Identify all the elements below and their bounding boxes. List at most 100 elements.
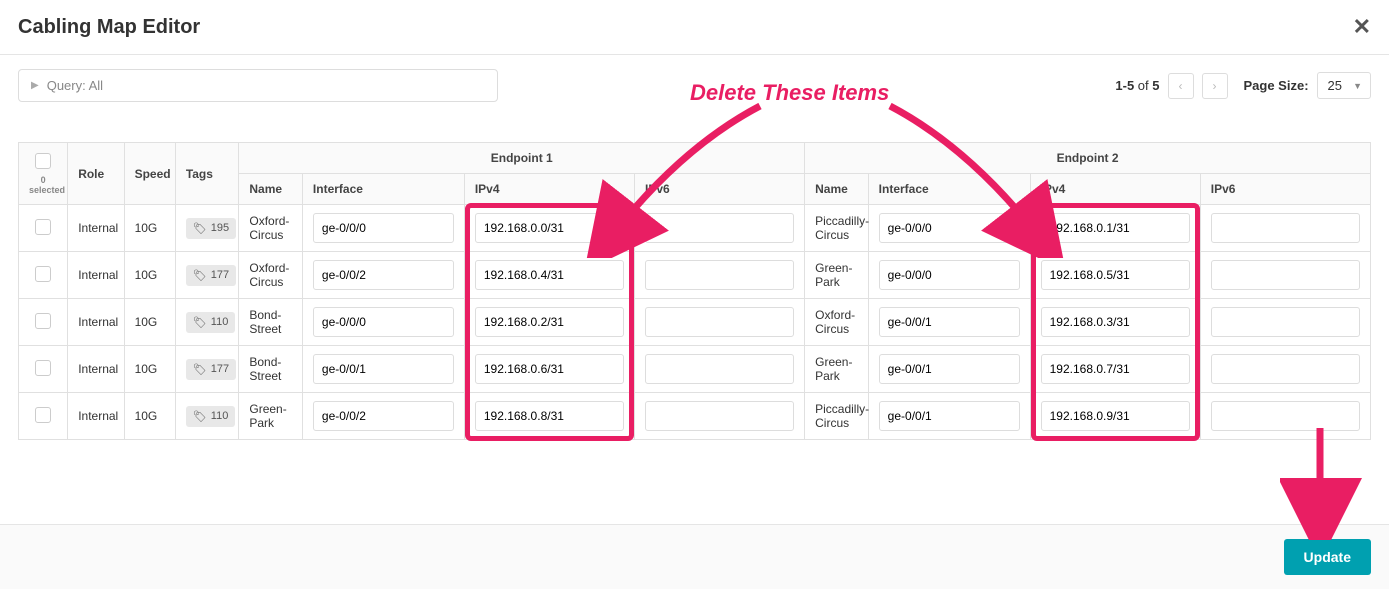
col-ep2-ipv4: IPv4 — [1030, 174, 1200, 205]
tag-badge[interactable]: 🏷110 — [186, 312, 236, 333]
prev-page-button[interactable]: ‹ — [1168, 73, 1194, 99]
table-row: Internal10G 🏷177Bond-Street Green-Park — [19, 346, 1371, 393]
cell-ep1-name: Green-Park — [239, 393, 303, 440]
col-endpoint1: Endpoint 1 — [239, 143, 805, 174]
cell-speed: 10G — [124, 393, 175, 440]
chevron-down-icon: ▼ — [1353, 81, 1362, 91]
cell-ep2-name: Oxford-Circus — [805, 299, 869, 346]
ep2-ipv6-input[interactable] — [1211, 307, 1360, 337]
col-speed: Speed — [124, 143, 175, 205]
cell-tags: 🏷195 — [175, 205, 239, 252]
ep1-ipv4-input[interactable] — [475, 401, 624, 431]
cell-speed: 10G — [124, 205, 175, 252]
cell-ep1-name: Bond-Street — [239, 299, 303, 346]
ep2-interface-input[interactable] — [879, 401, 1020, 431]
cell-role: Internal — [68, 346, 124, 393]
ep1-ipv4-input[interactable] — [475, 307, 624, 337]
ep1-ipv4-input[interactable] — [475, 354, 624, 384]
ep1-ipv6-input[interactable] — [645, 354, 794, 384]
ep2-interface-input[interactable] — [879, 354, 1020, 384]
tag-icon: 🏷 — [193, 410, 207, 423]
pagination: 1-5 of 5 ‹ › Page Size: 25 ▼ — [1115, 72, 1371, 99]
col-ep2-ipv6: IPv6 — [1200, 174, 1370, 205]
tag-icon: 🏷 — [193, 222, 207, 235]
cell-speed: 10G — [124, 299, 175, 346]
row-checkbox[interactable] — [35, 407, 51, 423]
tag-badge[interactable]: 🏷177 — [186, 265, 236, 286]
ep2-interface-input[interactable] — [879, 213, 1020, 243]
modal-header: Cabling Map Editor ✕ — [0, 0, 1389, 55]
row-checkbox[interactable] — [35, 266, 51, 282]
row-checkbox[interactable] — [35, 219, 51, 235]
chevron-right-icon: › — [1213, 79, 1217, 93]
close-icon[interactable]: ✕ — [1353, 14, 1371, 40]
ep2-ipv6-input[interactable] — [1211, 401, 1360, 431]
ep2-ipv4-input[interactable] — [1041, 213, 1190, 243]
ep1-ipv6-input[interactable] — [645, 307, 794, 337]
cell-role: Internal — [68, 205, 124, 252]
row-checkbox[interactable] — [35, 313, 51, 329]
cell-speed: 10G — [124, 346, 175, 393]
col-role: Role — [68, 143, 124, 205]
tag-badge[interactable]: 🏷177 — [186, 359, 236, 380]
tag-icon: 🏷 — [193, 316, 207, 329]
select-all-checkbox[interactable] — [35, 153, 51, 169]
col-tags: Tags — [175, 143, 239, 205]
ep2-interface-input[interactable] — [879, 260, 1020, 290]
page-size-select[interactable]: 25 ▼ — [1317, 72, 1371, 99]
next-page-button[interactable]: › — [1202, 73, 1228, 99]
chevron-right-icon: ▶ — [31, 80, 39, 91]
query-filter[interactable]: ▶ Query: All — [18, 69, 498, 102]
col-ep2-interface: Interface — [868, 174, 1030, 205]
cell-ep1-name: Bond-Street — [239, 346, 303, 393]
ep1-ipv4-input[interactable] — [475, 213, 624, 243]
ep1-interface-input[interactable] — [313, 260, 454, 290]
ep1-interface-input[interactable] — [313, 213, 454, 243]
tag-icon: 🏷 — [193, 363, 207, 376]
ep1-ipv6-input[interactable] — [645, 401, 794, 431]
cell-tags: 🏷110 — [175, 299, 239, 346]
select-all-header: 0 selected — [19, 143, 68, 205]
query-label: Query: All — [47, 78, 103, 93]
ep1-interface-input[interactable] — [313, 354, 454, 384]
tag-badge[interactable]: 🏷110 — [186, 406, 236, 427]
cell-ep2-name: Piccadilly-Circus — [805, 205, 869, 252]
ep2-ipv4-input[interactable] — [1041, 260, 1190, 290]
page-size-label: Page Size: — [1244, 78, 1309, 93]
ep2-ipv6-input[interactable] — [1211, 354, 1360, 384]
ep2-ipv4-input[interactable] — [1041, 307, 1190, 337]
page-title: Cabling Map Editor — [18, 16, 200, 39]
cell-ep2-name: Green-Park — [805, 346, 869, 393]
ep1-ipv4-input[interactable] — [475, 260, 624, 290]
ep1-interface-input[interactable] — [313, 307, 454, 337]
cabling-table: 0 selected Role Speed Tags Endpoint 1 En… — [18, 142, 1371, 440]
col-ep1-ipv6: IPv6 — [634, 174, 804, 205]
cell-tags: 🏷177 — [175, 252, 239, 299]
cell-ep1-name: Oxford-Circus — [239, 205, 303, 252]
row-checkbox[interactable] — [35, 360, 51, 376]
col-endpoint2: Endpoint 2 — [805, 143, 1371, 174]
ep1-interface-input[interactable] — [313, 401, 454, 431]
ep2-ipv4-input[interactable] — [1041, 354, 1190, 384]
cell-ep1-name: Oxford-Circus — [239, 252, 303, 299]
pagination-text: 1-5 of 5 — [1115, 78, 1159, 93]
ep2-ipv6-input[interactable] — [1211, 260, 1360, 290]
ep2-interface-input[interactable] — [879, 307, 1020, 337]
cell-ep2-name: Piccadilly-Circus — [805, 393, 869, 440]
table-row: Internal10G🏷110Bond-StreetOxford-Circus — [19, 299, 1371, 346]
tag-badge[interactable]: 🏷195 — [186, 218, 236, 239]
cell-ep2-name: Green-Park — [805, 252, 869, 299]
col-ep1-interface: Interface — [302, 174, 464, 205]
cell-tags: 🏷177 — [175, 346, 239, 393]
col-ep1-name: Name — [239, 174, 303, 205]
table-row: Internal10G 🏷195Oxford-Circus Piccadilly-C… — [19, 205, 1371, 252]
ep2-ipv4-input[interactable] — [1041, 401, 1190, 431]
ep1-ipv6-input[interactable] — [645, 260, 794, 290]
modal-footer: Update — [0, 524, 1389, 589]
cell-role: Internal — [68, 393, 124, 440]
update-button[interactable]: Update — [1284, 539, 1371, 575]
cell-speed: 10G — [124, 252, 175, 299]
ep2-ipv6-input[interactable] — [1211, 213, 1360, 243]
ep1-ipv6-input[interactable] — [645, 213, 794, 243]
col-ep2-name: Name — [805, 174, 869, 205]
